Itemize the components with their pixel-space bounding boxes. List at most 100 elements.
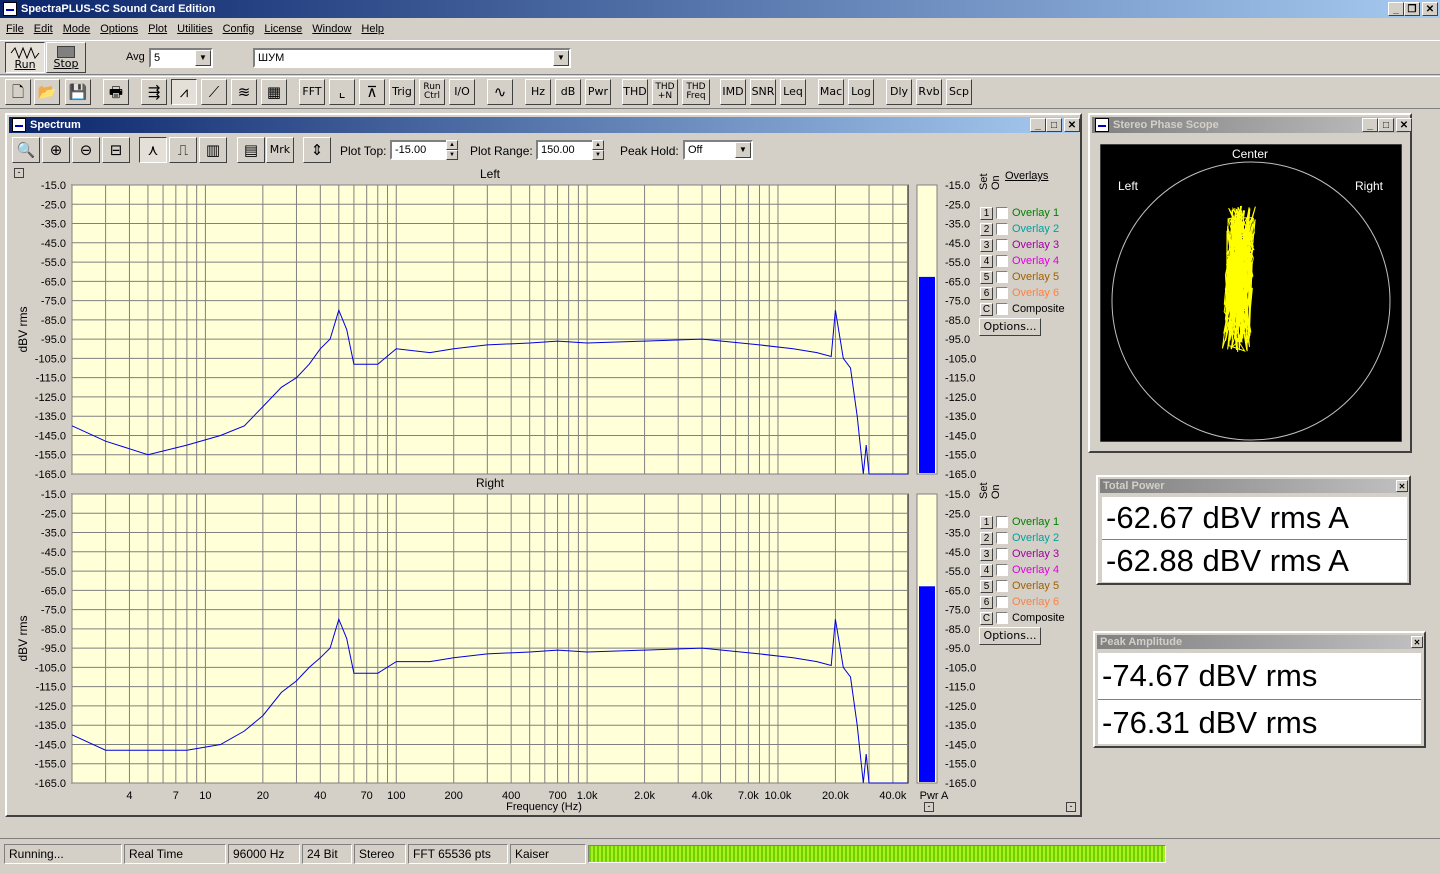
overlay-set-button[interactable]: 5 bbox=[980, 579, 993, 593]
overlay-options-button[interactable]: Options... bbox=[979, 318, 1041, 336]
phase-scope-title-bar: Stereo Phase Scope _ □ ✕ bbox=[1092, 117, 1412, 133]
overlay-checkbox[interactable] bbox=[996, 239, 1008, 251]
x-tick-label: 7.0k bbox=[738, 790, 759, 802]
overlay-set-button[interactable]: 2 bbox=[980, 531, 993, 545]
overlay-checkbox[interactable] bbox=[996, 580, 1008, 592]
overlay-checkbox[interactable] bbox=[996, 287, 1008, 299]
close-button[interactable]: ✕ bbox=[1422, 2, 1438, 16]
meter-tick-label: -145.0 bbox=[945, 739, 976, 751]
peak-amplitude-window: Peak Amplitude ✕ -74.67 dBV rms -76.31 d… bbox=[1093, 631, 1426, 748]
minimize-button[interactable]: _ bbox=[1388, 2, 1404, 16]
phase-scope-close-button[interactable]: ✕ bbox=[1396, 118, 1412, 132]
mdi-divider bbox=[0, 838, 1440, 839]
spectrum-plot-0: Left -15.0 -15.0 -25.0 -25.0 -35.0 -35.0 -45.0 -… bbox=[16, 167, 976, 481]
spectrum-plots: Left -15.0 -15.0 -25.0 -25.0 -35.0 -35.0 -45.0 -… bbox=[16, 167, 976, 813]
status-fft: FFT 65536 pts bbox=[408, 844, 508, 864]
meter-tick-label: -145.0 bbox=[945, 430, 976, 442]
y-axis-label: dBV rms bbox=[16, 615, 30, 661]
y-tick-label: -95.0 bbox=[41, 334, 66, 346]
overlay-checkbox[interactable] bbox=[996, 532, 1008, 544]
overlay-set-button[interactable]: 3 bbox=[980, 547, 993, 561]
x-tick-label: 40.0k bbox=[879, 790, 906, 802]
overlay-col-on: On bbox=[990, 175, 1002, 190]
y-tick-label: -15.0 bbox=[41, 489, 66, 501]
meter-tick-label: -125.0 bbox=[945, 392, 976, 404]
overlay-set-button[interactable]: 5 bbox=[980, 270, 993, 284]
overlay-row-2: 2 Overlay 2 bbox=[980, 531, 1059, 545]
y-tick-label: -135.0 bbox=[35, 720, 66, 732]
overlay-row-1: 1 Overlay 1 bbox=[980, 515, 1059, 529]
overlay-row-C: C Composite bbox=[980, 302, 1065, 316]
total-power-left-value: -62.67 dBV rms A bbox=[1102, 497, 1407, 539]
overlay-checkbox[interactable] bbox=[996, 303, 1008, 315]
y-tick-label: -145.0 bbox=[35, 739, 66, 751]
overlay-checkbox[interactable] bbox=[996, 207, 1008, 219]
meter-tick-label: -165.0 bbox=[945, 469, 976, 481]
status-bits: 24 Bit bbox=[302, 844, 352, 864]
overlay-set-button[interactable]: 1 bbox=[980, 515, 993, 529]
meter-tick-label: -135.0 bbox=[945, 411, 976, 423]
overlay-label: Overlay 1 bbox=[1012, 207, 1060, 219]
y-tick-label: -55.0 bbox=[41, 257, 66, 269]
meter-tick-label: -115.0 bbox=[945, 373, 975, 385]
overlay-checkbox[interactable] bbox=[996, 548, 1008, 560]
total-power-title: Total Power bbox=[1103, 480, 1165, 492]
y-tick-label: -25.0 bbox=[41, 199, 66, 211]
overlay-row-1: 1 Overlay 1 bbox=[980, 206, 1059, 220]
overlay-label: Overlay 2 bbox=[1012, 223, 1060, 235]
total-power-window: Total Power ✕ -62.67 dBV rms A -62.88 dB… bbox=[1096, 475, 1411, 585]
plot-area[interactable] bbox=[71, 184, 909, 475]
overlay-checkbox[interactable] bbox=[996, 612, 1008, 624]
y-tick-label: -45.0 bbox=[41, 547, 66, 559]
y-tick-label: -35.0 bbox=[41, 219, 66, 231]
y-tick-label: -65.0 bbox=[41, 585, 66, 597]
meter-tick-label: -115.0 bbox=[945, 682, 975, 694]
overlay-set-button[interactable]: 1 bbox=[980, 206, 993, 220]
total-power-title-bar: Total Power ✕ bbox=[1100, 479, 1408, 493]
overlay-set-button[interactable]: 4 bbox=[980, 254, 993, 268]
overlay-checkbox[interactable] bbox=[996, 564, 1008, 576]
overlay-row-6: 6 Overlay 6 bbox=[980, 286, 1059, 300]
y-tick-label: -75.0 bbox=[41, 296, 66, 308]
overlay-label: Overlay 6 bbox=[1012, 596, 1060, 608]
restore-button[interactable]: ❐ bbox=[1404, 2, 1420, 16]
y-tick-label: -165.0 bbox=[35, 469, 66, 481]
status-window: Kaiser bbox=[510, 844, 586, 864]
overlay-set-button[interactable]: 6 bbox=[980, 595, 993, 609]
overlay-set-button[interactable]: C bbox=[980, 611, 993, 625]
meter-tick-label: -35.0 bbox=[945, 219, 970, 231]
plot-area[interactable] bbox=[71, 493, 909, 784]
overlay-checkbox[interactable] bbox=[996, 223, 1008, 235]
meter-tick-label: -125.0 bbox=[945, 701, 976, 713]
overlay-set-button[interactable]: 2 bbox=[980, 222, 993, 236]
x-tick-label: 200 bbox=[445, 790, 463, 802]
overlay-checkbox[interactable] bbox=[996, 255, 1008, 267]
total-power-close-button[interactable]: ✕ bbox=[1396, 480, 1408, 492]
y-tick-label: -35.0 bbox=[41, 528, 66, 540]
overlay-checkbox[interactable] bbox=[996, 516, 1008, 528]
phase-scope-minimize-button[interactable]: _ bbox=[1362, 118, 1378, 132]
x-axis-label: Frequency (Hz) bbox=[506, 801, 582, 813]
x-tick-label: 100 bbox=[387, 790, 405, 802]
y-tick-label: -115.0 bbox=[36, 373, 66, 385]
overlay-set-button[interactable]: 4 bbox=[980, 563, 993, 577]
overlay-set-button[interactable]: 3 bbox=[980, 238, 993, 252]
meter-tick-label: -165.0 bbox=[945, 778, 976, 790]
phase-scope-maximize-button[interactable]: □ bbox=[1378, 118, 1394, 132]
overlay-set-button[interactable]: C bbox=[980, 302, 993, 316]
overlay-col-on: On bbox=[990, 484, 1002, 499]
peak-amplitude-close-button[interactable]: ✕ bbox=[1411, 636, 1423, 648]
overlay-set-button[interactable]: 6 bbox=[980, 286, 993, 300]
overlay-options-button[interactable]: Options... bbox=[979, 627, 1041, 645]
meter-tick-label: -45.0 bbox=[945, 238, 970, 250]
y-tick-label: -55.0 bbox=[41, 566, 66, 578]
meter-tick-label: -75.0 bbox=[945, 296, 970, 308]
overlay-checkbox[interactable] bbox=[996, 596, 1008, 608]
meter-tick-label: -85.0 bbox=[945, 624, 970, 636]
y-tick-label: -95.0 bbox=[41, 643, 66, 655]
overlay-row-5: 5 Overlay 5 bbox=[980, 270, 1059, 284]
overlay-label: Overlay 5 bbox=[1012, 271, 1060, 283]
meter-tick-label: -135.0 bbox=[945, 720, 976, 732]
status-state: Running... bbox=[4, 844, 122, 864]
overlay-checkbox[interactable] bbox=[996, 271, 1008, 283]
